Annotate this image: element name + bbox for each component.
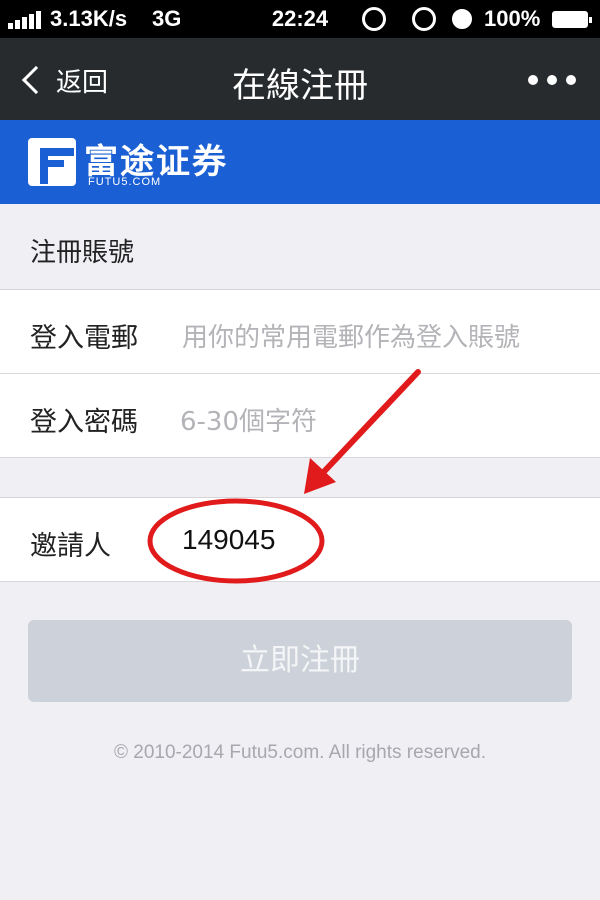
annotation-arrow-shaft xyxy=(315,369,421,481)
annotation-ellipse xyxy=(147,498,325,584)
annotation-overlay xyxy=(147,369,421,584)
